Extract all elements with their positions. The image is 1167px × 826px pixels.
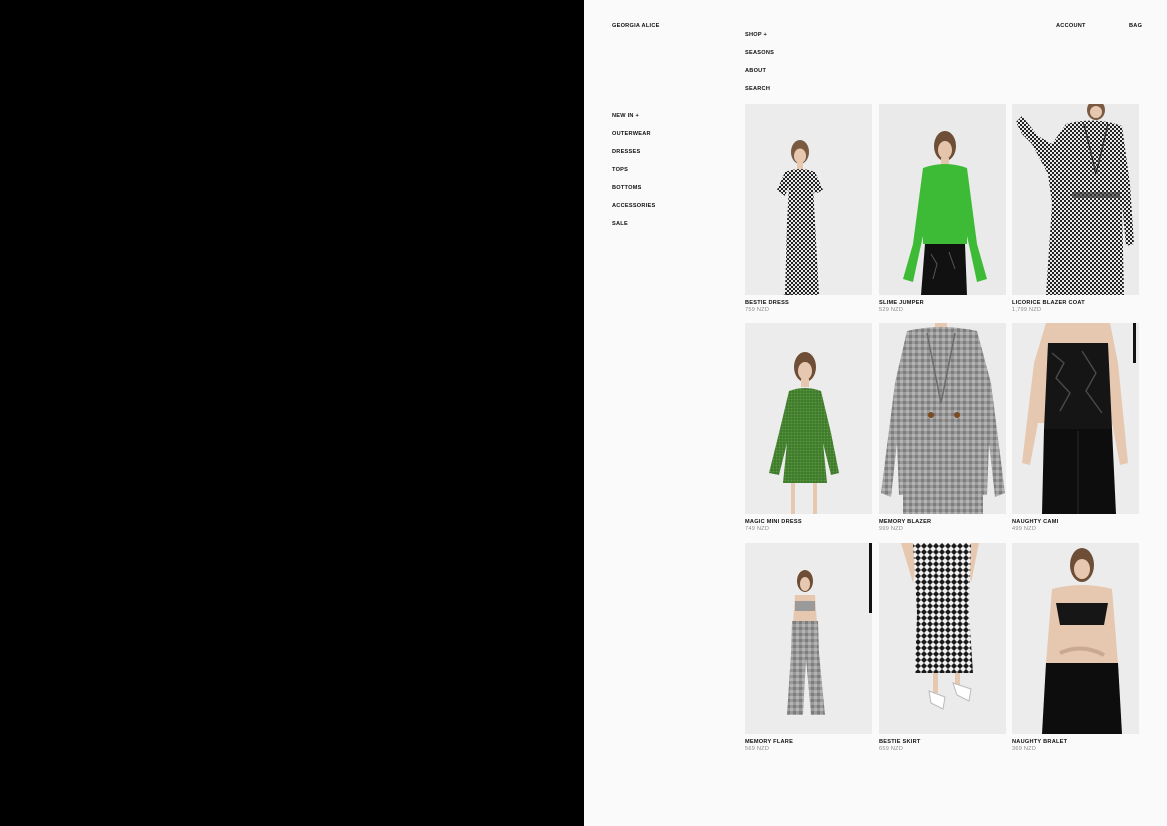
product-photo[interactable] <box>745 543 872 734</box>
category-tops[interactable]: TOPS <box>612 167 628 173</box>
product-card[interactable]: MEMORY FLARE 569 NZD <box>745 543 872 752</box>
product-price: 659 NZD <box>879 745 904 752</box>
nav-seasons[interactable]: SEASONS <box>745 50 774 56</box>
category-dresses[interactable]: DRESSES <box>612 149 640 155</box>
product-photo[interactable] <box>1012 543 1139 734</box>
category-nav: NEW IN + OUTERWEAR DRESSES TOPS BOTTOMS … <box>612 104 655 230</box>
category-sale[interactable]: SALE <box>612 221 628 227</box>
product-photo[interactable] <box>879 104 1006 295</box>
bag-link[interactable]: BAG <box>1129 23 1142 29</box>
nav-search[interactable]: SEARCH <box>745 86 770 92</box>
product-card[interactable]: BESTIE SKIRT 659 NZD <box>879 543 1006 752</box>
product-photo[interactable] <box>1012 104 1139 295</box>
nav-shop[interactable]: SHOP + <box>745 32 767 38</box>
product-name[interactable]: SLIME JUMPER <box>879 300 1006 306</box>
brand-logo[interactable]: GEORGIA ALICE <box>612 23 660 29</box>
product-price: 1,799 NZD <box>1012 306 1042 313</box>
product-card[interactable]: MAGIC MINI DRESS 749 NZD <box>745 323 872 532</box>
product-name[interactable]: BESTIE SKIRT <box>879 739 1006 745</box>
product-price: 999 NZD <box>879 525 904 532</box>
category-bottoms[interactable]: BOTTOMS <box>612 185 642 191</box>
product-photo[interactable] <box>745 323 872 514</box>
category-outerwear[interactable]: OUTERWEAR <box>612 131 651 137</box>
black-side-panel <box>0 0 584 826</box>
nav-about[interactable]: ABOUT <box>745 68 766 74</box>
store-page: GEORGIA ALICE SHOP + SEASONS ABOUT SEARC… <box>584 0 1167 826</box>
product-photo[interactable] <box>879 543 1006 734</box>
product-photo[interactable] <box>1012 323 1139 514</box>
product-name[interactable]: MAGIC MINI DRESS <box>745 519 872 525</box>
product-photo[interactable] <box>745 104 872 295</box>
product-name[interactable]: BESTIE DRESS <box>745 300 872 306</box>
product-name[interactable]: NAUGHTY BRALET <box>1012 739 1139 745</box>
product-name[interactable]: NAUGHTY CAMI <box>1012 519 1139 525</box>
account-link[interactable]: ACCOUNT <box>1056 23 1086 29</box>
product-price: 759 NZD <box>745 306 770 313</box>
product-name[interactable]: LICORICE BLAZER COAT <box>1012 300 1139 306</box>
product-photo[interactable] <box>879 323 1006 514</box>
category-new-in[interactable]: NEW IN + <box>612 113 639 119</box>
product-price: 369 NZD <box>1012 745 1037 752</box>
main-nav: SHOP + SEASONS ABOUT SEARCH <box>745 23 774 95</box>
product-card[interactable]: SLIME JUMPER 529 NZD <box>879 104 1006 313</box>
product-price: 499 NZD <box>1012 525 1037 532</box>
product-price: 569 NZD <box>745 745 770 752</box>
product-name[interactable]: MEMORY BLAZER <box>879 519 1006 525</box>
product-card[interactable]: NAUGHTY CAMI 499 NZD <box>1012 323 1139 532</box>
product-price: 749 NZD <box>745 525 770 532</box>
product-card[interactable]: NAUGHTY BRALET 369 NZD <box>1012 543 1139 752</box>
product-card[interactable]: MEMORY BLAZER 999 NZD <box>879 323 1006 532</box>
category-accessories[interactable]: ACCESSORIES <box>612 203 655 209</box>
product-price: 529 NZD <box>879 306 904 313</box>
product-card[interactable]: BESTIE DRESS 759 NZD <box>745 104 872 313</box>
product-name[interactable]: MEMORY FLARE <box>745 739 872 745</box>
product-card[interactable]: LICORICE BLAZER COAT 1,799 NZD <box>1012 104 1139 313</box>
